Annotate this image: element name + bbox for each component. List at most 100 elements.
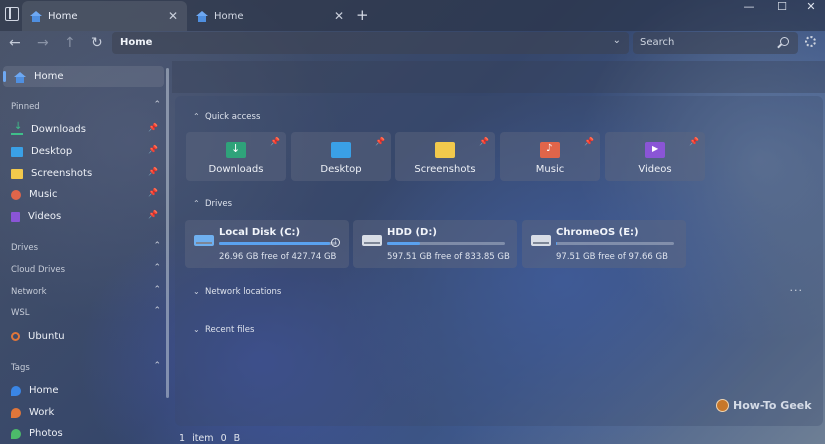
close-window-icon[interactable]: ✕: [797, 0, 825, 20]
chevron-up-icon[interactable]: ⌃: [193, 112, 205, 121]
quick-access-music[interactable]: 📌 ♪ Music: [500, 132, 600, 181]
chevron-down-icon[interactable]: ⌄: [193, 325, 205, 334]
pin-icon[interactable]: 📌: [479, 137, 489, 146]
sidebar-item-ubuntu[interactable]: Ubuntu: [0, 326, 164, 347]
sidebar-scrollbar[interactable]: [166, 68, 169, 398]
drive-usage-fill: [219, 242, 330, 245]
desktop-icon: [11, 146, 23, 157]
sidebar-item-label: Screenshots: [31, 168, 93, 179]
main-pane: ⌃ Quick access 📌 ↓ Downloads 📌 Desktop 📌 …: [175, 96, 823, 426]
more-options-icon[interactable]: ···: [790, 284, 804, 297]
search-input[interactable]: Search: [633, 32, 798, 54]
chevron-down-icon[interactable]: ⌄: [193, 287, 205, 296]
close-tab-icon[interactable]: ✕: [168, 9, 178, 23]
sidebar-item-label: Home: [34, 71, 64, 82]
forward-icon[interactable]: →: [37, 35, 49, 51]
pin-icon[interactable]: 📌: [270, 137, 280, 146]
tab-home-inactive[interactable]: Home ✕: [188, 1, 353, 31]
sidebar-header-drives[interactable]: Drives ⌃: [11, 241, 161, 253]
address-bar[interactable]: Home ⌄: [112, 32, 629, 54]
music-icon: [11, 189, 21, 200]
section-label: Pinned: [11, 102, 40, 112]
sidebar-item-downloads[interactable]: ↓ Downloads 📌: [0, 119, 164, 140]
sidebar-header-tags[interactable]: Tags ⌃: [11, 361, 161, 373]
pin-icon[interactable]: 📌: [148, 123, 158, 132]
drive-usage-fill: [556, 242, 558, 245]
sidebar-item-music[interactable]: Music 📌: [0, 184, 164, 205]
chevron-up-icon[interactable]: ⌃: [153, 241, 161, 251]
quick-access-label: Downloads: [208, 164, 264, 175]
drive-free-space: 97.51 GB free of 97.66 GB: [556, 252, 668, 262]
pin-icon[interactable]: 📌: [148, 167, 158, 176]
sidebar-header-network[interactable]: Network ⌃: [11, 285, 161, 297]
pin-icon[interactable]: 📌: [375, 137, 385, 146]
section-recent-files[interactable]: ⌄ Recent files: [193, 325, 254, 335]
pin-icon[interactable]: 📌: [148, 210, 158, 219]
pin-icon[interactable]: 📌: [148, 188, 158, 197]
sidebar-header-cloud-drives[interactable]: Cloud Drives ⌃: [11, 263, 161, 275]
sidebar-item-label: Music: [29, 189, 58, 200]
selection-size: 0 B: [220, 433, 241, 444]
pin-icon[interactable]: 📌: [689, 137, 699, 146]
chevron-down-icon[interactable]: ⌄: [613, 35, 621, 46]
sidebar-item-label: Photos: [29, 428, 63, 439]
drive-usage-bar: [219, 242, 337, 245]
close-tab-icon[interactable]: ✕: [334, 9, 344, 23]
sidebar-item-label: Desktop: [31, 146, 73, 157]
chevron-up-icon[interactable]: ⌃: [153, 361, 161, 371]
drive-free-space: 597.51 GB free of 833.85 GB: [387, 252, 510, 262]
sidebar-item-tag-photos[interactable]: Photos: [0, 423, 164, 444]
maximize-icon[interactable]: ☐: [768, 0, 796, 20]
drive-card-c[interactable]: Local Disk (C:) 26.96 GB free of 427.74 …: [185, 220, 349, 268]
search-icon[interactable]: [780, 37, 789, 46]
section-drives[interactable]: ⌃ Drives: [193, 199, 232, 209]
sidebar-item-home[interactable]: Home: [3, 66, 164, 87]
sidebar-toggle-icon[interactable]: [5, 7, 19, 21]
drive-name: ChromeOS (E:): [556, 227, 639, 238]
title-bar: Home ✕ Home ✕ + — ☐ ✕: [0, 0, 825, 31]
quick-access-downloads[interactable]: 📌 ↓ Downloads: [186, 132, 286, 181]
sidebar-item-screenshots[interactable]: Screenshots 📌: [0, 163, 164, 184]
sidebar: Home Pinned ⌃ ↓ Downloads 📌 Desktop 📌 Sc…: [0, 60, 172, 444]
pin-icon[interactable]: 📌: [148, 145, 158, 154]
gear-icon[interactable]: [805, 36, 816, 47]
up-icon[interactable]: ↑: [64, 35, 76, 51]
new-tab-icon[interactable]: +: [356, 6, 369, 24]
drive-card-e[interactable]: ChromeOS (E:) 97.51 GB free of 97.66 GB: [522, 220, 686, 268]
chevron-up-icon[interactable]: ⌃: [153, 263, 161, 273]
back-icon[interactable]: ←: [9, 35, 21, 51]
section-network-locations[interactable]: ⌄ Network locations: [193, 287, 281, 297]
chevron-up-icon[interactable]: ⌃: [153, 100, 161, 110]
music-icon: ♪: [540, 142, 560, 158]
sidebar-item-tag-home[interactable]: Home: [0, 380, 164, 401]
sidebar-item-tag-work[interactable]: Work: [0, 402, 164, 423]
tab-home-active[interactable]: Home ✕: [22, 1, 187, 31]
quick-access-desktop[interactable]: 📌 Desktop: [291, 132, 391, 181]
section-quick-access[interactable]: ⌃ Quick access: [193, 112, 260, 122]
sidebar-item-videos[interactable]: Videos 📌: [0, 206, 164, 227]
quick-access-videos[interactable]: 📌 ▶ Videos: [605, 132, 705, 181]
minimize-icon[interactable]: —: [735, 0, 763, 20]
section-label: Tags: [11, 363, 30, 373]
sidebar-item-desktop[interactable]: Desktop 📌: [0, 141, 164, 162]
drive-usage-bar: [556, 242, 674, 245]
sidebar-header-pinned[interactable]: Pinned ⌃: [11, 100, 161, 112]
ubuntu-icon: [11, 332, 20, 341]
refresh-icon[interactable]: ↻: [91, 35, 103, 51]
pin-icon[interactable]: 📌: [584, 137, 594, 146]
sidebar-item-label: Videos: [28, 211, 62, 222]
section-label: Drives: [11, 243, 39, 253]
breadcrumb[interactable]: Home: [120, 37, 152, 48]
quick-access-screenshots[interactable]: 📌 Screenshots: [395, 132, 495, 181]
section-label: Recent files: [205, 325, 255, 335]
desktop-icon: [331, 142, 351, 158]
sidebar-item-label: Home: [29, 385, 59, 396]
drive-card-d[interactable]: HDD (D:) 597.51 GB free of 833.85 GB: [353, 220, 517, 268]
folder-icon: [11, 168, 23, 179]
chevron-up-icon[interactable]: ⌃: [153, 306, 161, 316]
sidebar-header-wsl[interactable]: WSL ⌃: [11, 306, 161, 318]
chevron-up-icon[interactable]: ⌃: [193, 199, 205, 208]
drive-icon: [531, 235, 551, 246]
chevron-up-icon[interactable]: ⌃: [153, 285, 161, 295]
info-icon[interactable]: i: [331, 238, 340, 247]
